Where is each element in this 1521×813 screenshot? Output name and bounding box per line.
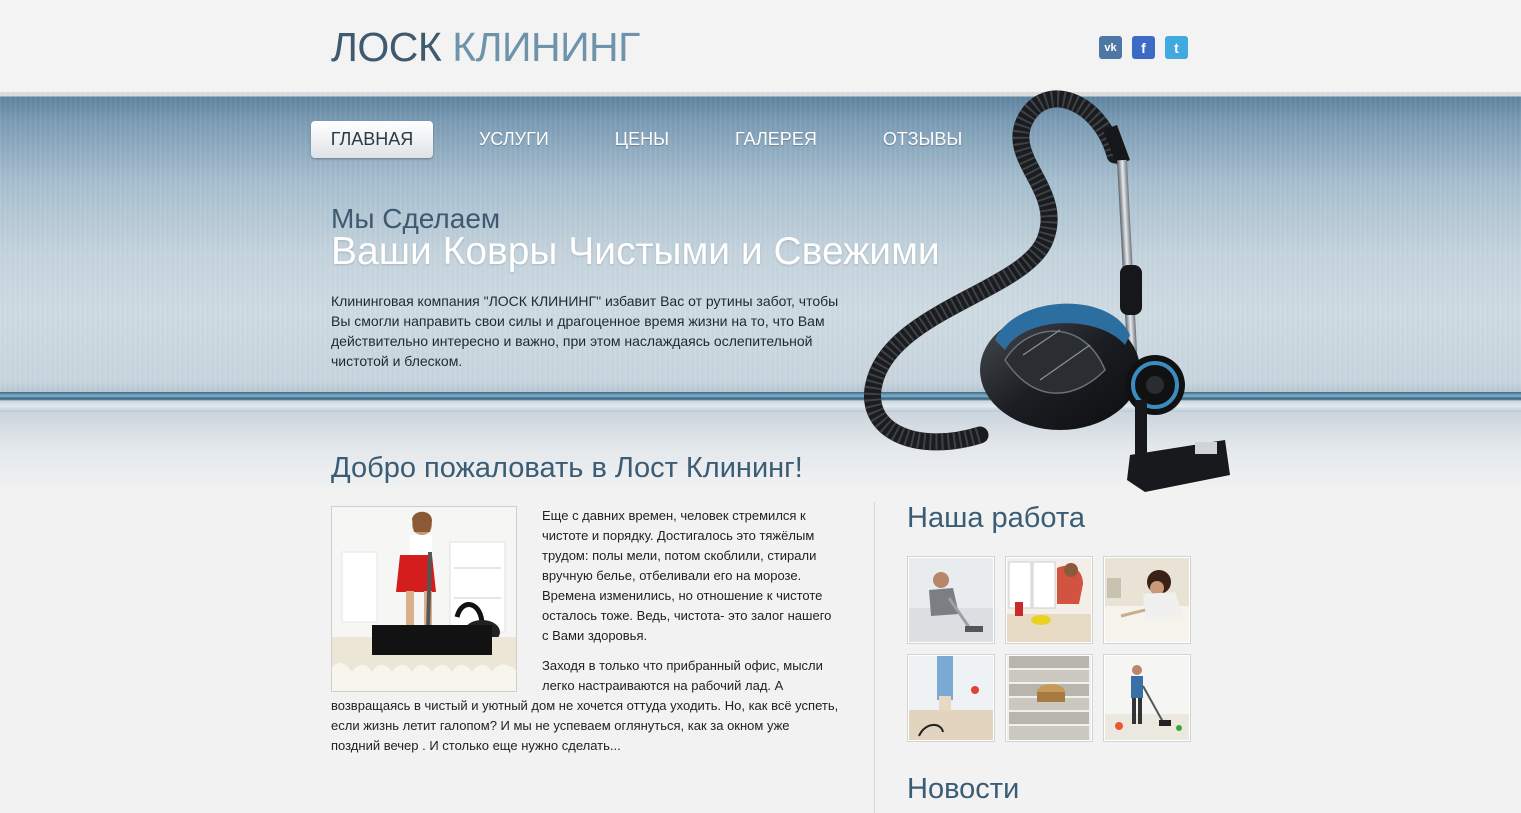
work-gallery bbox=[907, 556, 1197, 742]
welcome-title: Добро пожаловать в Лост Клининг! bbox=[331, 452, 803, 484]
hero-text: Клининговая компания "ЛОСК КЛИНИНГ" изба… bbox=[331, 293, 839, 369]
nav-item-gallery[interactable]: ГАЛЕРЕЯ bbox=[715, 121, 837, 158]
nav-item-services[interactable]: УСЛУГИ bbox=[459, 121, 569, 158]
logo-part1: ЛОСК bbox=[331, 24, 442, 70]
twitter-icon[interactable]: t bbox=[1165, 36, 1188, 59]
gallery-thumb[interactable] bbox=[907, 556, 995, 644]
news-title: Новости bbox=[907, 773, 1020, 805]
photo-spacer bbox=[331, 506, 542, 696]
gallery-thumb[interactable] bbox=[1103, 654, 1191, 742]
column-divider bbox=[874, 502, 875, 813]
gallery-thumb[interactable] bbox=[907, 654, 995, 742]
facebook-icon[interactable]: f bbox=[1132, 36, 1155, 59]
vk-icon[interactable]: vk bbox=[1099, 36, 1122, 59]
our-work-title: Наша работа bbox=[907, 502, 1085, 534]
hero-title: Ваши Ковры Чистыми и Свежими bbox=[331, 230, 940, 273]
social-links: vk f t bbox=[1099, 36, 1188, 59]
logo[interactable]: ЛОСК КЛИНИНГ bbox=[331, 24, 640, 71]
gallery-thumb[interactable] bbox=[1005, 654, 1093, 742]
nav-item-prices[interactable]: ЦЕНЫ bbox=[595, 121, 689, 158]
welcome-text: Еще с давних времен, человек стремился к… bbox=[331, 506, 841, 766]
logo-part2: КЛИНИНГ bbox=[452, 24, 640, 70]
header: ЛОСК КЛИНИНГ vk f t bbox=[0, 0, 1521, 92]
vacuum-cleaner-image bbox=[864, 90, 1230, 492]
gallery-thumb[interactable] bbox=[1103, 556, 1191, 644]
gallery-thumb[interactable] bbox=[1005, 556, 1093, 644]
nav-item-home[interactable]: ГЛАВНАЯ bbox=[311, 121, 433, 158]
banner-rail bbox=[0, 392, 1521, 412]
